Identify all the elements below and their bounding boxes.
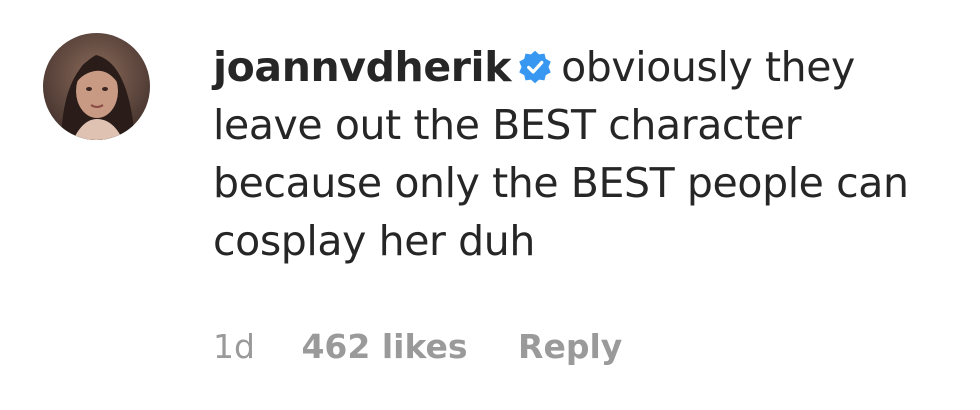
comment-meta: 1d 462 likes Reply	[213, 322, 622, 372]
comment: joannvdherik obviously they leave out th…	[0, 0, 980, 410]
comment-body: joannvdherik obviously they leave out th…	[213, 38, 958, 270]
reply-button[interactable]: Reply	[518, 322, 622, 372]
comment-text-block: joannvdherik obviously they leave out th…	[213, 38, 958, 270]
likes-count[interactable]: 462 likes	[301, 322, 467, 372]
avatar[interactable]	[43, 33, 150, 140]
avatar-image	[43, 33, 150, 140]
verified-badge-icon	[519, 50, 551, 84]
timestamp[interactable]: 1d	[213, 322, 255, 372]
username-link[interactable]: joannvdherik	[213, 43, 511, 91]
